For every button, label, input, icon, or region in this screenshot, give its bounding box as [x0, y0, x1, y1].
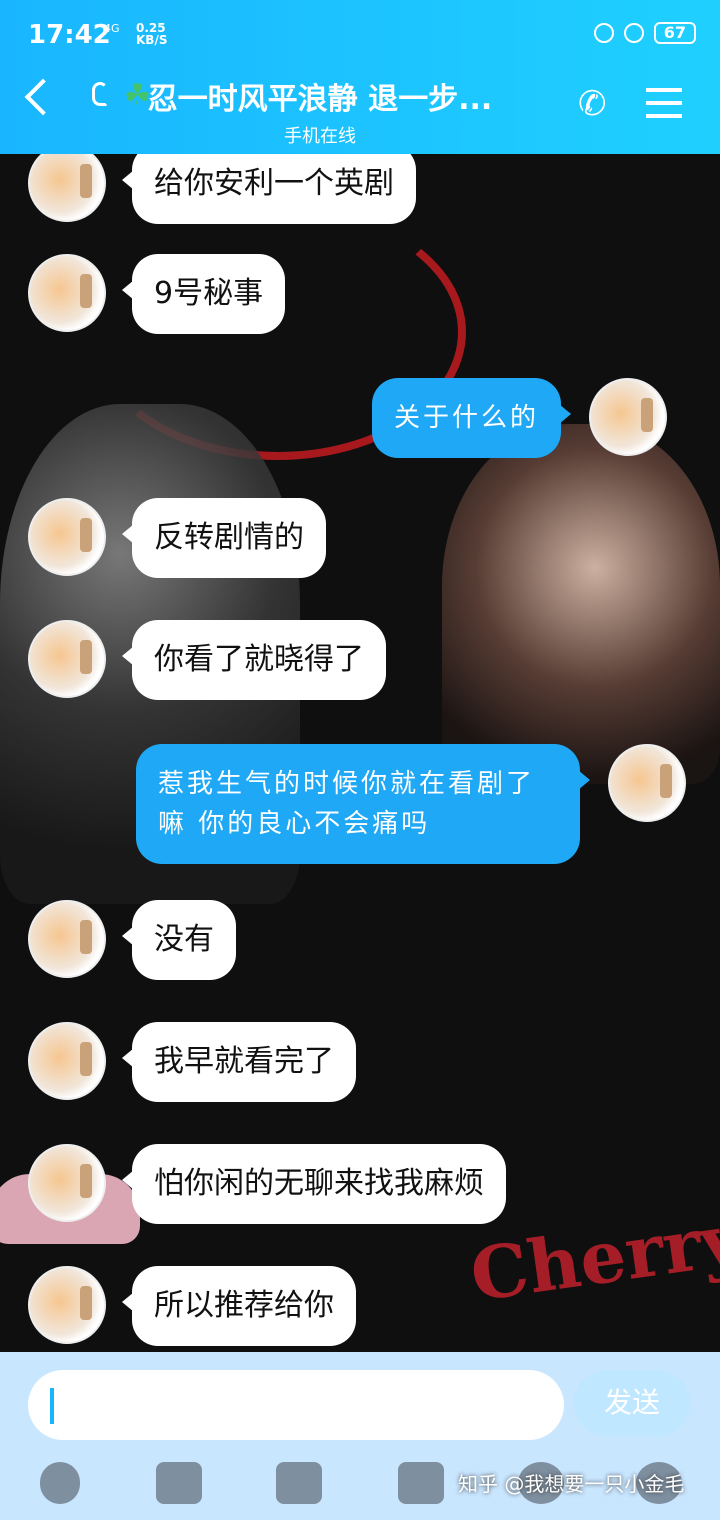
- avatar[interactable]: [589, 378, 668, 456]
- camera-icon[interactable]: [276, 1462, 322, 1504]
- message-bubble[interactable]: 给你安利一个英剧: [122, 154, 416, 224]
- microphone-icon[interactable]: [40, 1462, 80, 1504]
- chat-title-area[interactable]: 忍一时风平浪静 退一步... 手机在线: [90, 74, 550, 148]
- red-packet-icon[interactable]: [398, 1462, 444, 1504]
- menu-icon[interactable]: [646, 88, 682, 118]
- lock-icon: [593, 23, 614, 43]
- speed-unit: KB/S: [136, 33, 168, 47]
- image-icon[interactable]: [156, 1462, 202, 1504]
- message-input[interactable]: [28, 1370, 564, 1440]
- chat-header: 17:42 4G 0.25 KB/S 67 ☘ 忍一时风平浪静 退一步... 手…: [0, 0, 720, 154]
- message-row: 你看了就晓得了: [28, 620, 386, 700]
- message-row: 给你安利一个英剧: [28, 154, 416, 224]
- avatar[interactable]: [28, 900, 106, 978]
- battery-indicator: 67: [653, 22, 696, 44]
- send-button[interactable]: 发送: [574, 1370, 690, 1436]
- network-type: 4G: [104, 22, 120, 35]
- message-row: 关于什么的: [372, 378, 668, 458]
- chat-title: 忍一时风平浪静 退一步...: [147, 82, 493, 117]
- message-bubble[interactable]: 9号秘事: [121, 254, 286, 334]
- avatar[interactable]: [28, 620, 106, 698]
- watermark: 知乎 @我想要一只小金毛: [458, 1472, 685, 1496]
- avatar[interactable]: [28, 1144, 106, 1222]
- message-row: 反转剧情的: [28, 498, 326, 578]
- message-row: 怕你闲的无聊来找我麻烦: [28, 1144, 506, 1224]
- message-bubble[interactable]: 惹我生气的时候你就在看剧了嘛 你的良心不会痛吗: [136, 744, 590, 864]
- status-bar: 17:42 4G 0.25 KB/S 67: [0, 0, 720, 70]
- input-bar: 发送 知乎 @我想要一只小金毛: [0, 1352, 720, 1520]
- message-row: 我早就看完了: [28, 1022, 356, 1102]
- message-bubble[interactable]: 你看了就晓得了: [122, 620, 386, 700]
- phone-call-icon[interactable]: ✆: [578, 84, 607, 124]
- background-person-right: [442, 424, 720, 784]
- status-icons: 67: [593, 22, 696, 44]
- message-row: 所以推荐给你: [28, 1266, 356, 1346]
- message-bubble[interactable]: 我早就看完了: [122, 1022, 356, 1102]
- message-bubble[interactable]: 没有: [122, 900, 236, 980]
- back-button[interactable]: [24, 78, 62, 116]
- message-bubble[interactable]: 所以推荐给你: [122, 1266, 356, 1346]
- message-row: 9号秘事: [28, 254, 286, 334]
- status-time: 17:42: [28, 20, 111, 50]
- avatar[interactable]: [28, 1022, 106, 1100]
- message-row: 惹我生气的时候你就在看剧了嘛 你的良心不会痛吗: [136, 744, 686, 864]
- avatar[interactable]: [28, 154, 106, 222]
- message-bubble[interactable]: 怕你闲的无聊来找我麻烦: [122, 1144, 506, 1224]
- text-cursor: [50, 1388, 54, 1424]
- avatar[interactable]: [28, 498, 106, 576]
- avatar[interactable]: [28, 1266, 106, 1344]
- avatar[interactable]: [608, 744, 686, 822]
- chat-area[interactable]: Cherry 给你安利一个英剧 9号秘事 关于什么的 反转剧情的 你看了就晓得了…: [0, 154, 720, 1352]
- avatar[interactable]: [28, 254, 106, 332]
- message-bubble[interactable]: 反转剧情的: [122, 498, 326, 578]
- network-speed: 0.25 KB/S: [136, 22, 167, 46]
- alarm-icon: [623, 23, 644, 43]
- online-status: 手机在线: [284, 126, 356, 147]
- message-row: 没有: [28, 900, 236, 980]
- message-bubble[interactable]: 关于什么的: [372, 378, 572, 458]
